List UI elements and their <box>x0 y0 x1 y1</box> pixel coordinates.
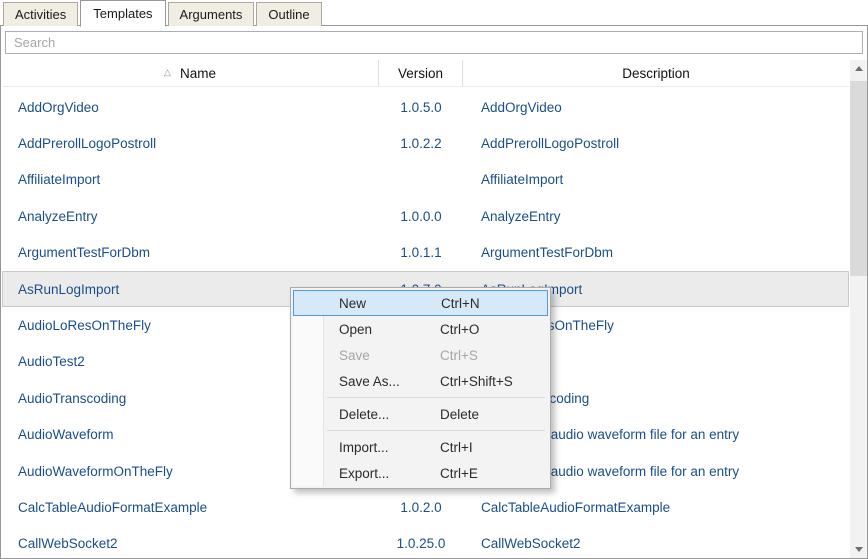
scrollbar-thumb[interactable] <box>850 81 867 276</box>
menu-item-import[interactable]: Import... Ctrl+I <box>293 434 548 460</box>
template-version: 1.0.1.1 <box>379 235 463 271</box>
menu-item-shortcut: Ctrl+E <box>440 466 478 481</box>
table-row[interactable]: AffiliateImport AffiliateImport <box>2 162 849 198</box>
template-name-link[interactable]: ArgumentTestForDbm <box>2 235 379 271</box>
menu-item-shortcut: Ctrl+I <box>440 440 473 455</box>
template-version: 1.0.0.0 <box>379 198 463 234</box>
tab-activities[interactable]: Activities <box>3 2 78 26</box>
template-name-link[interactable]: AffiliateImport <box>2 162 379 198</box>
template-description: AddPrerollLogoPostroll <box>463 125 849 161</box>
tab-outline[interactable]: Outline <box>256 2 321 26</box>
menu-item-label: Delete... <box>339 407 389 422</box>
table-row[interactable]: CalcTableAudioFormatExample1.0.2.0CalcTa… <box>2 489 849 525</box>
template-version: 1.0.25.0 <box>379 526 463 559</box>
column-header-version[interactable]: Version <box>379 60 463 86</box>
template-name-link[interactable]: CallWebSocket2 <box>2 526 379 559</box>
template-description: CalcTableAudioFormatExample <box>463 489 849 525</box>
menu-item-shortcut: Ctrl+S <box>440 348 478 363</box>
menu-item-new[interactable]: New Ctrl+N <box>293 290 548 316</box>
menu-separator <box>327 430 545 431</box>
menu-item-shortcut: Delete <box>440 407 479 422</box>
template-description: AddOrgVideo <box>463 89 849 125</box>
sort-ascending-icon: △ <box>164 67 171 78</box>
table-row[interactable]: AnalyzeEntry1.0.0.0AnalyzeEntry <box>2 198 849 234</box>
tab-templates[interactable]: Templates <box>80 0 165 27</box>
grid-header: △ Name Version Description <box>2 60 849 87</box>
menu-item-save: Save Ctrl+S <box>293 342 548 368</box>
scroll-down-button[interactable] <box>850 541 867 558</box>
menu-item-label: Save As... <box>339 374 400 389</box>
scroll-up-button[interactable] <box>850 60 867 77</box>
menu-item-export[interactable]: Export... Ctrl+E <box>293 460 548 486</box>
template-name-link[interactable]: AddPrerollLogoPostroll <box>2 125 379 161</box>
menu-item-open[interactable]: Open Ctrl+O <box>293 316 548 342</box>
template-description: CallWebSocket2 <box>463 526 849 559</box>
table-row[interactable]: CallWebSocket21.0.25.0CallWebSocket2 <box>2 526 849 559</box>
column-header-name-label: Name <box>180 66 216 81</box>
menu-item-label: Save <box>339 348 370 363</box>
menu-item-save-as[interactable]: Save As... Ctrl+Shift+S <box>293 368 548 394</box>
tab-arguments[interactable]: Arguments <box>168 2 255 26</box>
menu-separator <box>327 397 545 398</box>
column-header-description[interactable]: Description <box>463 60 849 86</box>
template-description: AnalyzeEntry <box>463 198 849 234</box>
table-row[interactable]: ArgumentTestForDbm1.0.1.1ArgumentTestFor… <box>2 235 849 271</box>
down-arrow-icon <box>855 547 863 552</box>
table-row[interactable]: AddOrgVideo1.0.5.0AddOrgVideo <box>2 89 849 125</box>
template-name-link[interactable]: AnalyzeEntry <box>2 198 379 234</box>
template-version: 1.0.2.2 <box>379 125 463 161</box>
template-version: 1.0.2.0 <box>379 489 463 525</box>
menu-item-delete[interactable]: Delete... Delete <box>293 401 548 427</box>
template-version: 1.0.5.0 <box>379 89 463 125</box>
template-name-link[interactable]: CalcTableAudioFormatExample <box>2 489 379 525</box>
menu-item-shortcut: Ctrl+N <box>441 296 480 311</box>
column-header-name[interactable]: △ Name <box>2 60 379 86</box>
template-name-link[interactable]: AddOrgVideo <box>2 89 379 125</box>
template-version <box>379 162 463 198</box>
template-description: AffiliateImport <box>463 162 849 198</box>
menu-item-label: New <box>339 296 366 311</box>
table-row[interactable]: AddPrerollLogoPostroll1.0.2.2AddPrerollL… <box>2 125 849 161</box>
context-menu: New Ctrl+N Open Ctrl+O Save Ctrl+S Save As... C… <box>290 287 551 489</box>
menu-item-label: Open <box>339 322 372 337</box>
vertical-scrollbar[interactable] <box>850 60 867 558</box>
menu-item-label: Export... <box>339 466 389 481</box>
menu-item-shortcut: Ctrl+O <box>440 322 479 337</box>
up-arrow-icon <box>855 66 863 71</box>
template-description: ArgumentTestForDbm <box>463 235 849 271</box>
tab-bar: ActivitiesTemplatesArgumentsOutline <box>3 0 324 26</box>
menu-item-label: Import... <box>339 440 389 455</box>
search-input[interactable] <box>5 31 863 54</box>
menu-item-shortcut: Ctrl+Shift+S <box>440 374 513 389</box>
